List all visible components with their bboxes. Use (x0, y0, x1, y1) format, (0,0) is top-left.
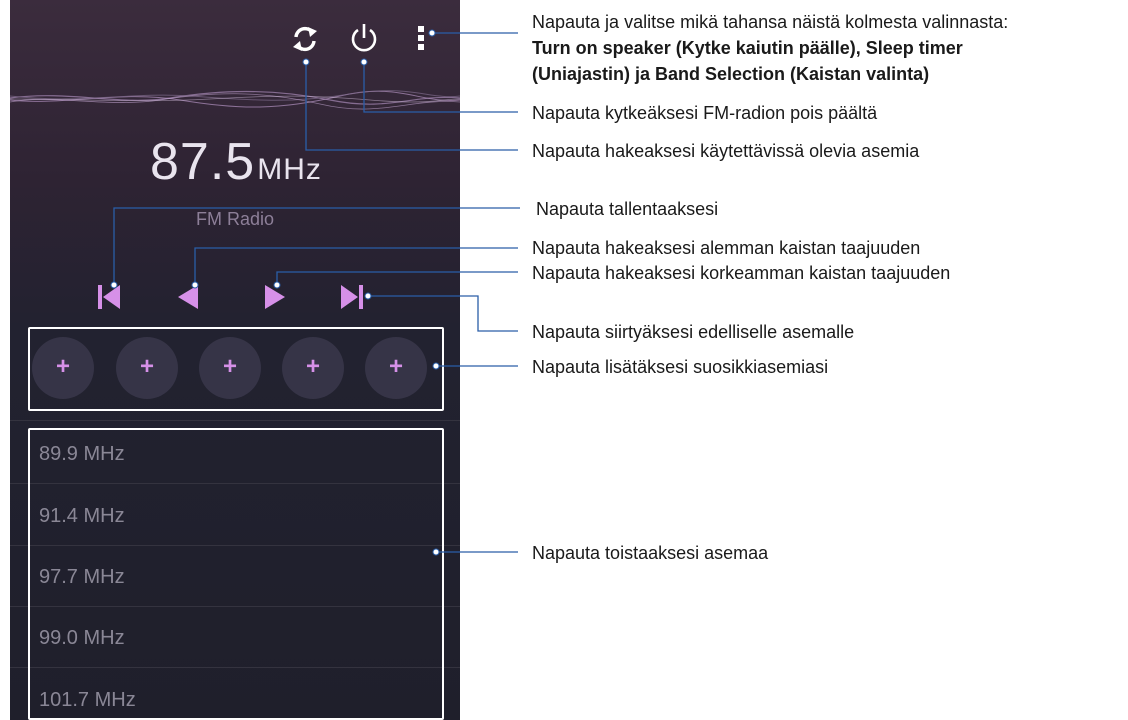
callout-favorites: Napauta lisätäksesi suosikkiasemiasi (532, 357, 829, 377)
callout-power: Napauta kytkeäksesi FM-radion pois päält… (532, 103, 878, 123)
callout-play: Napauta toistaaksesi asemaa (532, 543, 769, 563)
callout-previous: Napauta siirtyäksesi edelliselle asemall… (532, 322, 855, 342)
callout-menu-line3: (Uniajastin) ja Band Selection (Kaistan … (532, 62, 929, 86)
callout-record: Napauta tallentaaksesi (536, 199, 719, 219)
callout-higher: Napauta hakeaksesi korkeamman kaistan ta… (532, 263, 951, 283)
callout-menu-line3-text: (Uniajastin) ja Band Selection (Kaistan … (532, 64, 930, 84)
callout-lower: Napauta hakeaksesi alemman kaistan taaju… (532, 238, 921, 258)
callout-refresh: Napauta hakeaksesi käytettävissä olevia … (532, 141, 920, 161)
callout-menu-line2-text: Turn on speaker (Kytke kaiutin päälle), … (532, 38, 963, 58)
callout-menu-line2: Turn on speaker (Kytke kaiutin päälle), … (532, 36, 963, 60)
callout-menu-line1: Napauta ja valitse mikä tahansa näistä k… (532, 12, 1009, 32)
